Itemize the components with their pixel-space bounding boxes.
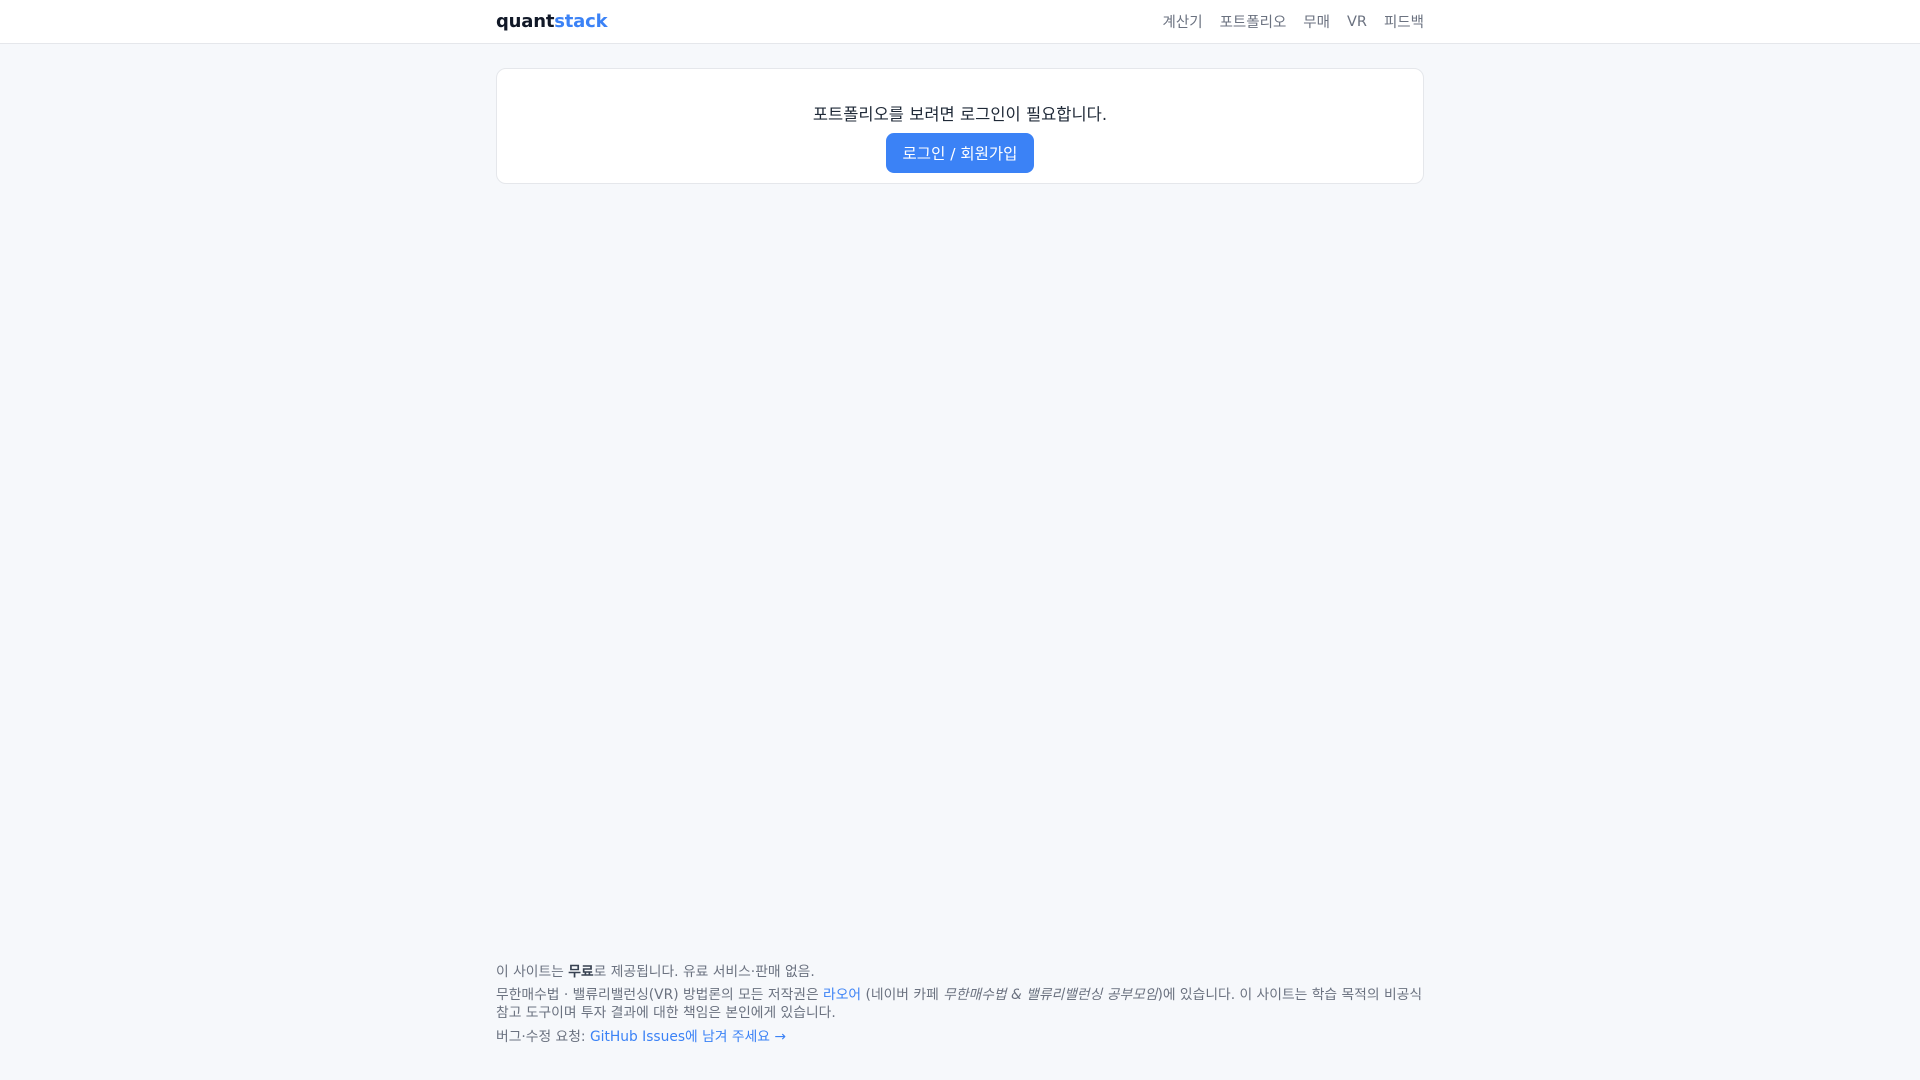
nav-link-feedback[interactable]: 피드백 <box>1384 11 1424 32</box>
site-header: quant stack 계산기 포트폴리오 무매 VR 피드백 <box>0 0 1920 44</box>
footer-bug-text: 버그·수정 요청: <box>496 1029 590 1045</box>
footer-cafe-name: 무한매수법 & 밸류리밸런싱 공부모임 <box>943 987 1158 1003</box>
site-footer: 이 사이트는 무료로 제공됩니다. 유료 서비스·판매 없음. 무한매수법 · … <box>496 963 1424 1046</box>
logo-text-quant: quant <box>496 11 555 32</box>
nav-link-calculator[interactable]: 계산기 <box>1163 11 1203 32</box>
footer-free-notice: 이 사이트는 무료로 제공됩니다. 유료 서비스·판매 없음. <box>496 963 1424 981</box>
footer-free-emphasis: 무료 <box>568 964 594 980</box>
footer-free-text-a: 이 사이트는 <box>496 964 569 980</box>
logo-text-stack: stack <box>554 11 608 32</box>
login-required-message: 포트폴리오를 보려면 로그인이 필요합니다. <box>812 105 1108 124</box>
login-required-card: 포트폴리오를 보려면 로그인이 필요합니다. 로그인 / 회원가입 <box>496 68 1424 184</box>
footer-copyright-notice: 무한매수법 · 밸류리밸런싱(VR) 방법론의 모든 저작권은 라오어 (네이버… <box>496 986 1424 1022</box>
footer-free-text-c: 로 제공됩니다. 유료 서비스·판매 없음. <box>593 964 815 980</box>
footer-github-issues-link[interactable]: GitHub Issues에 남겨 주세요 → <box>590 1029 786 1045</box>
footer-bug-report: 버그·수정 요청: GitHub Issues에 남겨 주세요 → <box>496 1028 1424 1046</box>
nav-link-portfolio[interactable]: 포트폴리오 <box>1220 11 1287 32</box>
site-logo[interactable]: quant stack <box>496 11 608 32</box>
nav-link-mumae[interactable]: 무매 <box>1303 11 1330 32</box>
login-signup-button[interactable]: 로그인 / 회원가입 <box>885 133 1035 173</box>
main-nav: 계산기 포트폴리오 무매 VR 피드백 <box>1163 11 1424 32</box>
nav-link-vr[interactable]: VR <box>1347 14 1367 30</box>
header-inner: quant stack 계산기 포트폴리오 무매 VR 피드백 <box>496 0 1424 43</box>
footer-copyright-text-b: (네이버 카페 <box>861 987 944 1003</box>
footer-author-link[interactable]: 라오어 <box>823 987 861 1003</box>
footer-copyright-text-a: 무한매수법 · 밸류리밸런싱(VR) 방법론의 모든 저작권은 <box>496 987 824 1003</box>
